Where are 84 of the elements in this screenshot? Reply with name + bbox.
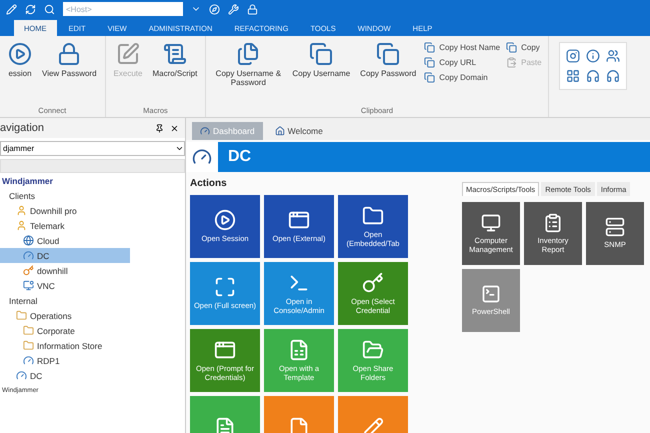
ribbon-small-button[interactable]: Copy URL	[424, 57, 500, 68]
host-field[interactable]: <Host>	[63, 2, 183, 16]
dropdown-icon[interactable]	[175, 144, 184, 153]
ribbon-button-icon	[162, 42, 187, 66]
tree-item[interactable]: RDP1	[0, 353, 185, 368]
tile-icon	[214, 209, 236, 232]
gauge-icon	[200, 126, 210, 136]
ribbon-small-button[interactable]: Copy Domain	[424, 72, 500, 83]
refresh-icon[interactable]	[25, 4, 36, 14]
tile-icon	[288, 209, 310, 232]
ribbon-small-button[interactable]: Copy Host Name	[424, 42, 500, 53]
toolbar-icon[interactable]	[606, 49, 620, 63]
copy-icon	[424, 42, 436, 53]
tile-icon	[362, 338, 384, 361]
tree-item[interactable]: VNC	[0, 278, 185, 293]
ribbon-button[interactable]: View Password	[40, 40, 99, 80]
session-icon	[23, 355, 34, 366]
ribbon-button-icon	[376, 42, 400, 66]
document-tab[interactable]: Welcome	[266, 122, 331, 140]
ribbon-small-button[interactable]: Copy	[506, 42, 542, 53]
close-icon[interactable]	[170, 124, 179, 132]
session-icon	[16, 370, 27, 381]
copy-icon	[424, 72, 436, 83]
folder-icon	[23, 340, 34, 351]
session-icon	[23, 250, 34, 261]
copy-icon	[424, 57, 436, 68]
tree-item[interactable]: Clients	[0, 188, 185, 203]
toolbar-icon[interactable]	[606, 69, 620, 83]
filter-combo[interactable]: djammer	[0, 141, 185, 156]
compass-icon[interactable]	[209, 4, 220, 14]
ribbon-button[interactable]: Macro/Script	[150, 40, 200, 80]
section-title: Actions	[190, 178, 228, 189]
tree-item[interactable]: downhill	[0, 263, 185, 278]
tile-icon	[481, 284, 501, 304]
tile-icon	[362, 272, 384, 294]
tree-item[interactable]: Corporate	[0, 323, 185, 338]
tile-icon	[288, 338, 310, 361]
folder-icon	[16, 310, 27, 321]
tree-item[interactable]: Operations	[0, 308, 185, 323]
paste-icon	[506, 57, 518, 68]
search-icon[interactable]	[44, 4, 55, 14]
tree-item[interactable]: Windjammer	[0, 173, 185, 188]
ribbon-button-icon	[57, 42, 82, 66]
tile-icon	[362, 204, 384, 227]
tile-icon	[543, 212, 563, 233]
globe-icon	[23, 235, 34, 246]
user-icon	[16, 205, 27, 216]
toolbar-icon[interactable]	[566, 49, 580, 63]
tile-icon	[605, 217, 625, 238]
tile-icon	[214, 276, 236, 298]
ribbon-button-icon	[309, 42, 334, 66]
tree-item[interactable]: DC	[0, 248, 130, 263]
ribbon-button[interactable]: ession	[6, 40, 34, 80]
ribbon-button-icon	[8, 42, 32, 66]
pane-title: avigation	[0, 122, 44, 134]
ribbon-button[interactable]: Copy Username	[290, 40, 352, 80]
folder-icon	[23, 325, 34, 336]
vnc-icon	[23, 280, 34, 291]
tree-item[interactable]: Telemark	[0, 218, 185, 233]
tile-icon	[214, 416, 236, 433]
key-icon	[23, 265, 34, 276]
toolbar-icon[interactable]	[566, 69, 580, 83]
toolbar-icon[interactable]	[586, 69, 600, 83]
tree-item[interactable]: Downhill pro	[0, 203, 185, 218]
tree-item[interactable]: DC	[0, 368, 185, 383]
tile-icon	[288, 416, 310, 433]
tile-icon	[481, 212, 501, 233]
toolbar-icon[interactable]	[586, 49, 600, 63]
ribbon-button-icon	[116, 42, 140, 66]
pin-icon[interactable]	[155, 124, 164, 132]
lock-icon[interactable]	[247, 4, 258, 14]
ribbon-button[interactable]: Copy Username & Password	[212, 40, 284, 89]
ribbon-button-icon	[236, 42, 260, 66]
pencil-icon[interactable]	[6, 4, 17, 14]
copy-icon	[506, 42, 518, 53]
tree-item[interactable]: Cloud	[0, 233, 185, 248]
wrench-icon[interactable]	[228, 4, 239, 14]
entry-title: DC	[228, 148, 252, 166]
home-icon	[274, 126, 285, 136]
tree-item[interactable]: Information Store	[0, 338, 185, 353]
tree-item[interactable]: Internal	[0, 293, 185, 308]
user-icon	[16, 220, 27, 231]
tile-icon	[362, 416, 384, 433]
ribbon-button[interactable]: Copy Password	[358, 40, 418, 80]
